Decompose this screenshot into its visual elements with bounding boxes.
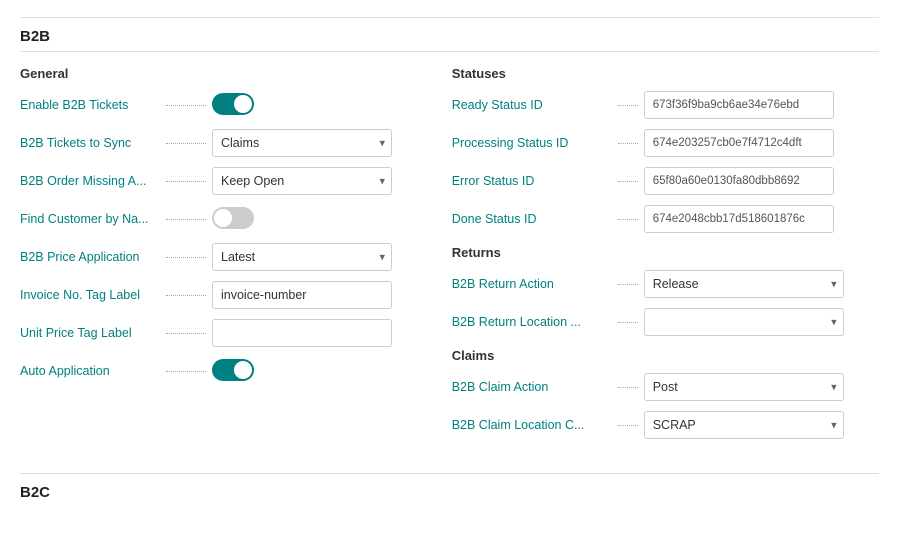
- control-b2b-return-action: Release Discard Process: [644, 270, 844, 298]
- field-row-invoice-no-tag-label: Invoice No. Tag Label: [20, 281, 412, 309]
- field-row-unit-price-tag-label: Unit Price Tag Label: [20, 319, 412, 347]
- dots-auto-application: [166, 371, 206, 372]
- input-ready-status-id[interactable]: [644, 91, 834, 119]
- top-bar: [20, 10, 879, 18]
- select-wrapper-b2b-order-missing: Keep Open Close Cancel: [212, 167, 392, 195]
- dots-unit-price-tag-label: [166, 333, 206, 334]
- statuses-section-title: Statuses: [452, 66, 879, 81]
- label-b2b-order-missing: B2B Order Missing A...: [20, 174, 160, 188]
- control-invoice-no-tag-label: [212, 281, 392, 309]
- select-wrapper-b2b-tickets-to-sync: Claims Orders All: [212, 129, 392, 157]
- select-b2b-claim-action[interactable]: Post Draft Cancel: [644, 373, 844, 401]
- dots-b2b-claim-action: [618, 387, 638, 388]
- control-ready-status-id: [644, 91, 844, 119]
- field-row-b2b-return-location: B2B Return Location ... Location A Locat…: [452, 308, 879, 336]
- dots-b2b-claim-location: [618, 425, 638, 426]
- field-row-b2b-price-application: B2B Price Application Latest Original Cu…: [20, 243, 412, 271]
- select-b2b-order-missing[interactable]: Keep Open Close Cancel: [212, 167, 392, 195]
- label-auto-application: Auto Application: [20, 364, 160, 378]
- dots-error-status-id: [618, 181, 638, 182]
- label-b2b-price-application: B2B Price Application: [20, 250, 160, 264]
- field-row-b2b-claim-action: B2B Claim Action Post Draft Cancel: [452, 373, 879, 401]
- label-processing-status-id: Processing Status ID: [452, 136, 612, 150]
- label-error-status-id: Error Status ID: [452, 174, 612, 188]
- field-row-b2b-return-action: B2B Return Action Release Discard Proces…: [452, 270, 879, 298]
- field-row-b2b-order-missing: B2B Order Missing A... Keep Open Close C…: [20, 167, 412, 195]
- dots-b2b-tickets-to-sync: [166, 143, 206, 144]
- label-b2b-tickets-to-sync: B2B Tickets to Sync: [20, 136, 160, 150]
- control-b2b-claim-action: Post Draft Cancel: [644, 373, 844, 401]
- select-wrapper-b2b-claim-action: Post Draft Cancel: [644, 373, 844, 401]
- dots-b2b-return-location: [618, 322, 638, 323]
- select-wrapper-b2b-price-application: Latest Original Custom: [212, 243, 392, 271]
- field-row-processing-status-id: Processing Status ID: [452, 129, 879, 157]
- dots-b2b-return-action: [618, 284, 638, 285]
- dots-done-status-id: [618, 219, 638, 220]
- input-unit-price-tag-label[interactable]: [212, 319, 392, 347]
- control-b2b-price-application: Latest Original Custom: [212, 243, 392, 271]
- select-b2b-claim-location[interactable]: SCRAP MAIN SECONDARY: [644, 411, 844, 439]
- toggle-enable-b2b-tickets[interactable]: [212, 93, 254, 115]
- input-done-status-id[interactable]: [644, 205, 834, 233]
- dots-b2b-order-missing: [166, 181, 206, 182]
- dots-find-customer-by-name: [166, 219, 206, 220]
- label-b2b-claim-action: B2B Claim Action: [452, 380, 612, 394]
- control-auto-application: [212, 359, 392, 384]
- label-enable-b2b-tickets: Enable B2B Tickets: [20, 98, 160, 112]
- input-error-status-id[interactable]: [644, 167, 834, 195]
- field-row-find-customer-by-name: Find Customer by Na...: [20, 205, 412, 233]
- select-wrapper-b2b-return-action: Release Discard Process: [644, 270, 844, 298]
- label-b2b-claim-location: B2B Claim Location C...: [452, 418, 612, 432]
- control-b2b-order-missing: Keep Open Close Cancel: [212, 167, 392, 195]
- dots-invoice-no-tag-label: [166, 295, 206, 296]
- select-b2b-price-application[interactable]: Latest Original Custom: [212, 243, 392, 271]
- control-find-customer-by-name: [212, 207, 392, 232]
- select-wrapper-b2b-claim-location: SCRAP MAIN SECONDARY: [644, 411, 844, 439]
- b2c-section: B2C: [20, 473, 879, 501]
- dots-b2b-price-application: [166, 257, 206, 258]
- field-row-auto-application: Auto Application: [20, 357, 412, 385]
- control-b2b-claim-location: SCRAP MAIN SECONDARY: [644, 411, 844, 439]
- dots-enable-b2b-tickets: [166, 105, 206, 106]
- dots-ready-status-id: [618, 105, 638, 106]
- field-row-error-status-id: Error Status ID: [452, 167, 879, 195]
- control-b2b-tickets-to-sync: Claims Orders All: [212, 129, 392, 157]
- general-column: General Enable B2B Tickets B2B Tickets t…: [20, 66, 412, 449]
- control-unit-price-tag-label: [212, 319, 392, 347]
- label-invoice-no-tag-label: Invoice No. Tag Label: [20, 288, 160, 302]
- dots-processing-status-id: [618, 143, 638, 144]
- returns-section-title: Returns: [452, 245, 879, 260]
- page-wrapper: B2B General Enable B2B Tickets B2B Ticke…: [0, 0, 899, 541]
- b2c-section-title: B2C: [20, 484, 879, 501]
- claims-section-title: Claims: [452, 348, 879, 363]
- control-enable-b2b-tickets: [212, 93, 392, 118]
- input-invoice-no-tag-label[interactable]: [212, 281, 392, 309]
- input-processing-status-id[interactable]: [644, 129, 834, 157]
- label-b2b-return-location: B2B Return Location ...: [452, 315, 612, 329]
- select-wrapper-b2b-return-location: Location A Location B: [644, 308, 844, 336]
- label-done-status-id: Done Status ID: [452, 212, 612, 226]
- control-processing-status-id: [644, 129, 844, 157]
- toggle-find-customer-by-name[interactable]: [212, 207, 254, 229]
- label-find-customer-by-name: Find Customer by Na...: [20, 212, 160, 226]
- label-b2b-return-action: B2B Return Action: [452, 277, 612, 291]
- b2b-content: General Enable B2B Tickets B2B Tickets t…: [20, 66, 879, 449]
- field-row-done-status-id: Done Status ID: [452, 205, 879, 233]
- select-b2b-tickets-to-sync[interactable]: Claims Orders All: [212, 129, 392, 157]
- select-b2b-return-action[interactable]: Release Discard Process: [644, 270, 844, 298]
- field-row-b2b-claim-location: B2B Claim Location C... SCRAP MAIN SECON…: [452, 411, 879, 439]
- label-ready-status-id: Ready Status ID: [452, 98, 612, 112]
- control-error-status-id: [644, 167, 844, 195]
- field-row-enable-b2b-tickets: Enable B2B Tickets: [20, 91, 412, 119]
- field-row-ready-status-id: Ready Status ID: [452, 91, 879, 119]
- b2b-section-title: B2B: [20, 28, 879, 52]
- label-unit-price-tag-label: Unit Price Tag Label: [20, 326, 160, 340]
- toggle-auto-application[interactable]: [212, 359, 254, 381]
- field-row-b2b-tickets-to-sync: B2B Tickets to Sync Claims Orders All: [20, 129, 412, 157]
- control-b2b-return-location: Location A Location B: [644, 308, 844, 336]
- select-b2b-return-location[interactable]: Location A Location B: [644, 308, 844, 336]
- control-done-status-id: [644, 205, 844, 233]
- right-column: Statuses Ready Status ID Processing Stat…: [452, 66, 879, 449]
- general-section-title: General: [20, 66, 412, 81]
